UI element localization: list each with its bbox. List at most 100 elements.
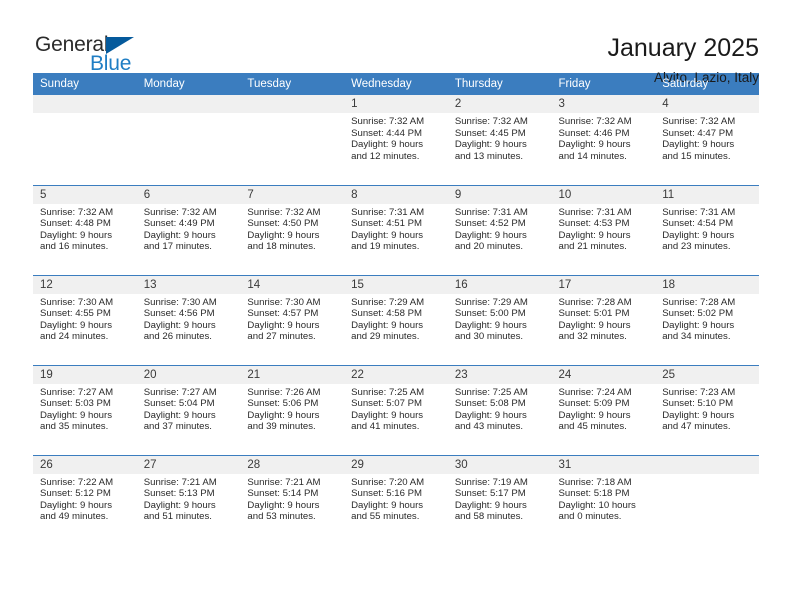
calendar-day-cell[interactable]: 23 Sunrise: 7:25 AM Sunset: 5:08 PM Dayligh…: [447, 364, 552, 455]
calendar-day-cell[interactable]: 18 Sunrise: 7:28 AM Sunset: 5:02 PM Dayligh…: [655, 274, 759, 365]
sunrise-time: Sunrise: 7:30 AM: [247, 296, 321, 308]
daylight-duration-line2: and 49 minutes.: [40, 511, 109, 523]
calendar-day-cell[interactable]: 13 Sunrise: 7:30 AM Sunset: 4:56 PM Dayligh…: [136, 274, 241, 365]
daylight-duration-line2: and 17 minutes.: [143, 241, 212, 253]
calendar-day-cell[interactable]: 30 Sunrise: 7:19 AM Sunset: 5:17 PM Dayligh…: [447, 454, 552, 545]
day-number: 23: [447, 365, 552, 384]
calendar-day-cell[interactable]: 24 Sunrise: 7:24 AM Sunset: 5:09 PM Dayligh…: [551, 364, 656, 455]
calendar-day-cell[interactable]: 3 Sunrise: 7:32 AM Sunset: 4:46 PM Daylight…: [551, 95, 656, 185]
calendar-day-cell[interactable]: 19 Sunrise: 7:27 AM Sunset: 5:03 PM Dayligh…: [33, 364, 137, 455]
day-cell-inner: 18 Sunrise: 7:28 AM Sunset: 5:02 PM Dayligh…: [655, 275, 759, 365]
calendar-day-cell[interactable]: 27 Sunrise: 7:21 AM Sunset: 5:13 PM Dayligh…: [136, 454, 241, 545]
day-number: 8: [344, 185, 448, 204]
calendar-week-row: 5 Sunrise: 7:32 AM Sunset: 4:48 PM Daylight…: [33, 184, 759, 275]
sunset-time: Sunset: 4:47 PM: [662, 127, 734, 139]
day-cell-inner: 1 Sunrise: 7:32 AM Sunset: 4:44 PM Daylight…: [344, 95, 448, 185]
calendar-day-cell[interactable]: 10 Sunrise: 7:31 AM Sunset: 4:53 PM Dayligh…: [551, 184, 656, 275]
day-cell-inner: 17 Sunrise: 7:28 AM Sunset: 5:01 PM Dayligh…: [551, 275, 656, 365]
sunrise-time: Sunrise: 7:30 AM: [40, 296, 114, 308]
sunset-time: Sunset: 5:03 PM: [40, 398, 111, 410]
daylight-duration-line1: Daylight: 9 hours: [143, 319, 216, 331]
day-details: Sunrise: 7:32 AM Sunset: 4:46 PM Daylight:…: [552, 113, 656, 162]
daylight-duration-line1: Daylight: 9 hours: [247, 319, 320, 331]
day-details: Sunrise: 7:32 AM Sunset: 4:47 PM Daylight:…: [655, 113, 759, 162]
sunrise-time: Sunrise: 7:25 AM: [454, 386, 528, 398]
day-number: 4: [655, 95, 759, 113]
calendar-day-cell[interactable]: 1 Sunrise: 7:32 AM Sunset: 4:44 PM Daylight…: [344, 95, 448, 185]
day-number: 6: [136, 185, 241, 204]
daylight-duration-line2: and 58 minutes.: [454, 511, 524, 523]
day-cell-inner: 3 Sunrise: 7:32 AM Sunset: 4:46 PM Daylight…: [551, 95, 656, 185]
calendar-day-cell[interactable]: 9 Sunrise: 7:31 AM Sunset: 4:52 PM Daylight…: [447, 184, 552, 275]
daylight-duration-line2: and 23 minutes.: [662, 241, 731, 253]
calendar-day-cell[interactable]: 15 Sunrise: 7:29 AM Sunset: 4:58 PM Dayligh…: [344, 274, 448, 365]
calendar-day-cell[interactable]: 5 Sunrise: 7:32 AM Sunset: 4:48 PM Daylight…: [33, 184, 137, 275]
sunrise-time: Sunrise: 7:32 AM: [40, 206, 114, 218]
calendar-day-cell[interactable]: 31 Sunrise: 7:18 AM Sunset: 5:18 PM Dayligh…: [551, 454, 656, 545]
daylight-duration-line1: Daylight: 9 hours: [247, 409, 320, 421]
day-cell-inner: 22 Sunrise: 7:25 AM Sunset: 5:07 PM Dayligh…: [344, 365, 448, 455]
calendar-day-cell[interactable]: 14 Sunrise: 7:30 AM Sunset: 4:57 PM Dayligh…: [240, 274, 345, 365]
calendar-day-cell[interactable]: 4 Sunrise: 7:32 AM Sunset: 4:47 PM Daylight…: [655, 95, 759, 185]
calendar-day-cell[interactable]: 11 Sunrise: 7:31 AM Sunset: 4:54 PM Dayligh…: [655, 184, 759, 275]
calendar-day-cell[interactable]: 6 Sunrise: 7:32 AM Sunset: 4:49 PM Daylight…: [136, 184, 241, 275]
calendar-day-cell[interactable]: 25 Sunrise: 7:23 AM Sunset: 5:10 PM Dayligh…: [655, 364, 759, 455]
sunrise-time: Sunrise: 7:31 AM: [351, 206, 425, 218]
calendar-cell-empty: [136, 95, 241, 185]
day-cell-inner: 8 Sunrise: 7:31 AM Sunset: 4:51 PM Daylight…: [344, 185, 448, 275]
calendar-day-cell[interactable]: 29 Sunrise: 7:20 AM Sunset: 5:16 PM Dayligh…: [344, 454, 448, 545]
day-details: Sunrise: 7:32 AM Sunset: 4:50 PM Daylight:…: [240, 204, 344, 253]
daylight-duration-line1: Daylight: 9 hours: [143, 229, 216, 241]
daylight-duration-line1: Daylight: 9 hours: [247, 229, 320, 241]
daylight-duration-line2: and 53 minutes.: [247, 511, 316, 523]
daylight-duration-line1: Daylight: 9 hours: [40, 319, 112, 331]
day-cell-inner: 23 Sunrise: 7:25 AM Sunset: 5:08 PM Dayligh…: [447, 365, 552, 455]
sunset-time: Sunset: 4:51 PM: [351, 218, 423, 230]
day-details: Sunrise: 7:32 AM Sunset: 4:49 PM Daylight:…: [137, 204, 241, 253]
calendar-day-cell[interactable]: 17 Sunrise: 7:28 AM Sunset: 5:01 PM Dayligh…: [551, 274, 656, 365]
day-number: [33, 95, 137, 113]
weekday-header-thursday: Thursday: [447, 73, 552, 95]
daylight-duration-line2: and 26 minutes.: [143, 331, 212, 343]
calendar-day-cell[interactable]: 12 Sunrise: 7:30 AM Sunset: 4:55 PM Dayligh…: [33, 274, 137, 365]
day-cell-inner: 11 Sunrise: 7:31 AM Sunset: 4:54 PM Dayligh…: [655, 185, 759, 275]
day-details: Sunrise: 7:25 AM Sunset: 5:08 PM Daylight:…: [448, 384, 552, 433]
day-number: 22: [344, 365, 448, 384]
day-number: 7: [240, 185, 345, 204]
calendar-week-row: 19 Sunrise: 7:27 AM Sunset: 5:03 PM Dayligh…: [33, 364, 759, 455]
day-cell-inner: 15 Sunrise: 7:29 AM Sunset: 4:58 PM Dayligh…: [344, 275, 448, 365]
calendar-day-cell[interactable]: 2 Sunrise: 7:32 AM Sunset: 4:45 PM Daylight…: [447, 95, 552, 185]
day-details: Sunrise: 7:31 AM Sunset: 4:54 PM Daylight:…: [655, 204, 759, 253]
weekday-header-wednesday: Wednesday: [344, 73, 448, 95]
calendar-day-cell[interactable]: 20 Sunrise: 7:27 AM Sunset: 5:04 PM Dayligh…: [136, 364, 241, 455]
calendar-day-cell[interactable]: 16 Sunrise: 7:29 AM Sunset: 5:00 PM Dayligh…: [447, 274, 552, 365]
calendar-day-cell[interactable]: 22 Sunrise: 7:25 AM Sunset: 5:07 PM Dayligh…: [344, 364, 448, 455]
calendar-day-cell[interactable]: 21 Sunrise: 7:26 AM Sunset: 5:06 PM Dayligh…: [240, 364, 345, 455]
sunrise-time: Sunrise: 7:22 AM: [40, 476, 114, 488]
day-cell-inner: [240, 95, 345, 185]
day-details: Sunrise: 7:26 AM Sunset: 5:06 PM Daylight:…: [240, 384, 344, 433]
calendar-day-cell[interactable]: 7 Sunrise: 7:32 AM Sunset: 4:50 PM Daylight…: [240, 184, 345, 275]
sunset-time: Sunset: 5:12 PM: [40, 488, 111, 500]
day-cell-inner: 7 Sunrise: 7:32 AM Sunset: 4:50 PM Daylight…: [240, 185, 345, 275]
sunset-time: Sunset: 5:01 PM: [558, 308, 630, 320]
sunset-time: Sunset: 5:09 PM: [558, 398, 630, 410]
daylight-duration-line1: Daylight: 9 hours: [454, 229, 527, 241]
calendar-day-cell[interactable]: 8 Sunrise: 7:31 AM Sunset: 4:51 PM Daylight…: [344, 184, 448, 275]
day-cell-inner: [33, 95, 137, 185]
day-details: Sunrise: 7:23 AM Sunset: 5:10 PM Daylight:…: [655, 384, 759, 433]
daylight-duration-line1: Daylight: 9 hours: [454, 139, 527, 151]
calendar-week-row: 1 Sunrise: 7:32 AM Sunset: 4:44 PM Daylight…: [33, 95, 759, 185]
sunrise-time: Sunrise: 7:21 AM: [143, 476, 217, 488]
day-cell-inner: 4 Sunrise: 7:32 AM Sunset: 4:47 PM Daylight…: [655, 95, 759, 185]
general-blue-logo[interactable]: General Blue: [33, 33, 153, 79]
sunrise-time: Sunrise: 7:30 AM: [143, 296, 217, 308]
calendar-cell-empty: [240, 95, 345, 185]
calendar-day-cell[interactable]: 26 Sunrise: 7:22 AM Sunset: 5:12 PM Dayligh…: [33, 454, 137, 545]
sunset-time: Sunset: 4:46 PM: [558, 127, 630, 139]
day-number: 26: [33, 455, 137, 474]
calendar-week-row: 12 Sunrise: 7:30 AM Sunset: 4:55 PM Dayligh…: [33, 274, 759, 365]
calendar-day-cell[interactable]: 28 Sunrise: 7:21 AM Sunset: 5:14 PM Dayligh…: [240, 454, 345, 545]
sunset-time: Sunset: 5:14 PM: [247, 488, 319, 500]
sunset-time: Sunset: 4:54 PM: [662, 218, 734, 230]
